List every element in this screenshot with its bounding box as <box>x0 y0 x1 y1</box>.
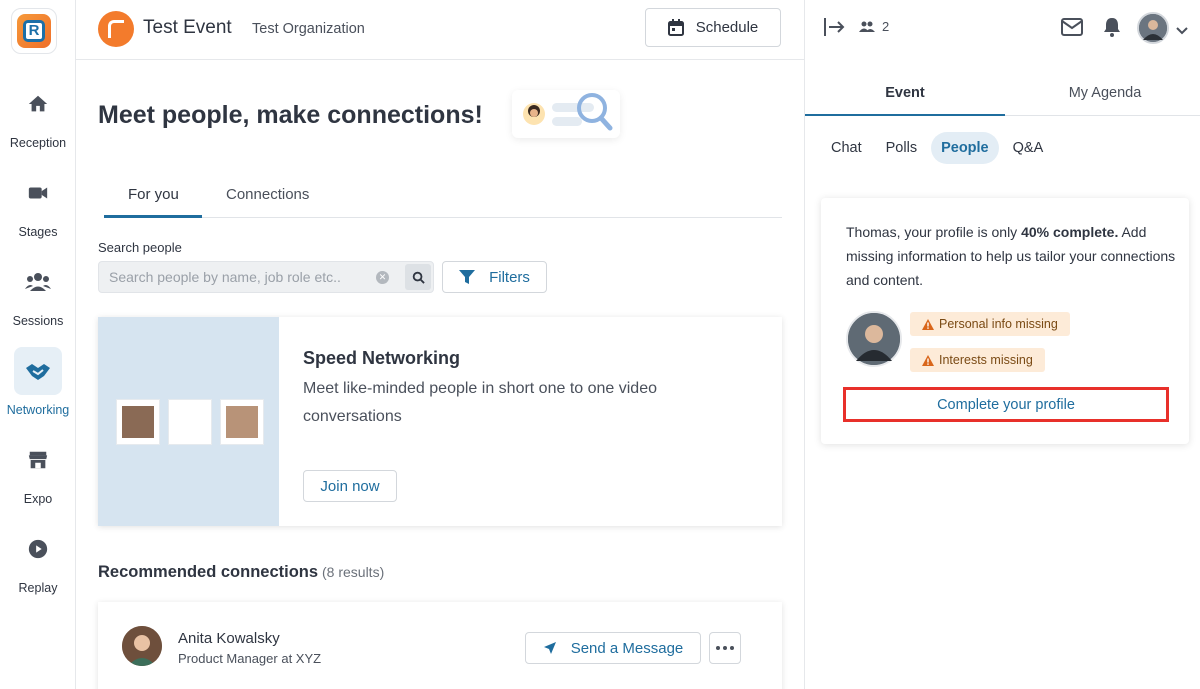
handshake-icon <box>14 347 62 395</box>
warning-icon <box>922 318 934 330</box>
badge-label: Interests missing <box>939 353 1033 367</box>
app-logo-mark: R <box>17 14 51 48</box>
video-camera-icon <box>14 169 62 217</box>
active-tab-indicator <box>805 114 1005 116</box>
schedule-button-label: Schedule <box>695 19 759 36</box>
home-icon <box>14 80 62 128</box>
subtab-people[interactable]: People <box>931 132 999 164</box>
video-tile-empty <box>168 399 212 445</box>
nav-item-networking[interactable]: Networking <box>0 347 76 417</box>
subtab-qa[interactable]: Q&A <box>1003 132 1054 164</box>
calendar-icon <box>667 19 684 36</box>
dot-icon <box>723 646 727 650</box>
dot-icon <box>730 646 734 650</box>
event-logo-icon <box>98 11 134 47</box>
filter-icon <box>459 270 476 284</box>
nav-item-reception[interactable]: Reception <box>0 80 76 150</box>
nav-item-stages[interactable]: Stages <box>0 169 76 239</box>
schedule-button[interactable]: Schedule <box>645 8 781 47</box>
search-input[interactable] <box>109 262 364 292</box>
search-people-illustration <box>512 90 620 138</box>
speed-networking-title: Speed Networking <box>303 348 461 368</box>
status-badge: Interests missing <box>910 348 1045 372</box>
search-box: ✕ <box>98 261 434 293</box>
tab-my-agenda[interactable]: My Agenda <box>1005 85 1200 101</box>
organization-name: Test Organization <box>252 21 365 37</box>
networking-main: Meet people, make connections! For you C… <box>76 61 804 689</box>
profile-completion-message: Thomas, your profile is only 40% complet… <box>846 220 1176 292</box>
right-panel-tabs: Event My Agenda <box>805 70 1200 116</box>
bell-icon[interactable] <box>1103 17 1121 42</box>
nav-item-label: Expo <box>23 492 53 506</box>
clear-search-icon[interactable]: ✕ <box>376 271 389 284</box>
recommended-connections-count: (8 results) <box>322 564 385 580</box>
tab-connections[interactable]: Connections <box>226 186 309 203</box>
attendee-counter[interactable]: 2 <box>859 19 889 34</box>
chevron-down-icon[interactable] <box>1176 22 1188 40</box>
storefront-icon <box>14 436 62 484</box>
people-icon <box>859 21 875 32</box>
join-now-button[interactable]: Join now <box>303 470 397 502</box>
completion-percentage: 40% complete. <box>1021 224 1119 240</box>
more-options-button[interactable] <box>709 632 741 664</box>
message-text: Thomas, your profile is only <box>846 224 1022 240</box>
badge-label: Personal info missing <box>939 317 1058 331</box>
nav-item-label: Stages <box>18 225 58 239</box>
search-icon <box>412 271 425 284</box>
collapse-panel-icon[interactable] <box>823 17 845 42</box>
video-tile-left <box>116 399 160 445</box>
send-icon <box>543 642 556 654</box>
nav-item-label: Sessions <box>12 314 64 328</box>
search-button[interactable] <box>405 264 431 290</box>
play-circle-icon <box>14 525 62 573</box>
attendee-count: 2 <box>882 19 890 34</box>
list-item: Anita Kowalsky Product Manager at XYZ Se… <box>98 602 782 689</box>
mail-icon[interactable] <box>1061 18 1083 41</box>
filters-button-label: Filters <box>489 268 530 286</box>
person-role: Product Manager at XYZ <box>178 651 322 666</box>
nav-item-label: Replay <box>18 581 58 595</box>
event-title: Test Event <box>143 17 232 38</box>
profile-completion-card: Thomas, your profile is only 40% complet… <box>821 198 1189 444</box>
speed-networking-description: Meet like-minded people in short one to … <box>303 380 657 425</box>
speed-networking-card: Speed Networking Meet like-minded people… <box>98 317 782 526</box>
nav-item-label: Networking <box>6 403 70 417</box>
avatar <box>846 311 902 367</box>
search-label: Search people <box>98 240 182 255</box>
user-avatar[interactable] <box>1137 12 1169 44</box>
filters-button[interactable]: Filters <box>442 261 547 293</box>
right-panel: 2 Event My Agenda Chat Polls People Q&A … <box>804 0 1200 689</box>
avatar[interactable] <box>122 626 162 666</box>
nav-item-label: Reception <box>9 136 67 150</box>
status-badge: Personal info missing <box>910 312 1070 336</box>
active-tab-indicator <box>104 215 202 218</box>
person-name[interactable]: Anita Kowalsky <box>178 630 280 647</box>
nav-item-sessions[interactable]: Sessions <box>0 258 76 328</box>
tab-for-you[interactable]: For you <box>128 186 179 203</box>
warning-icon <box>922 354 934 366</box>
subtab-chat[interactable]: Chat <box>821 132 872 164</box>
logo-letter-icon: R <box>23 20 45 42</box>
complete-profile-button[interactable]: Complete your profile <box>843 387 1169 422</box>
dot-icon <box>716 646 720 650</box>
left-navigation: R Reception Stages Sessions Networking E… <box>0 0 76 689</box>
video-tile-right <box>220 399 264 445</box>
event-subtabs: Chat Polls People Q&A <box>821 132 1053 164</box>
right-panel-topbar: 2 <box>805 0 1200 60</box>
nav-item-replay[interactable]: Replay <box>0 525 76 595</box>
recommended-connections-title: Recommended connections <box>98 563 319 581</box>
page-title: Meet people, make connections! <box>98 101 483 129</box>
top-bar: Test Event Test Organization Schedule <box>76 0 804 60</box>
app-logo[interactable]: R <box>11 8 57 54</box>
send-message-label: Send a Message <box>570 639 684 657</box>
group-icon <box>14 258 62 306</box>
speed-networking-illustration <box>98 317 279 526</box>
networking-tabs: For you Connections <box>104 176 782 218</box>
send-message-button[interactable]: Send a Message <box>525 632 701 664</box>
nav-item-expo[interactable]: Expo <box>0 436 76 506</box>
tab-event[interactable]: Event <box>805 85 1005 101</box>
subtab-polls[interactable]: Polls <box>876 132 927 164</box>
